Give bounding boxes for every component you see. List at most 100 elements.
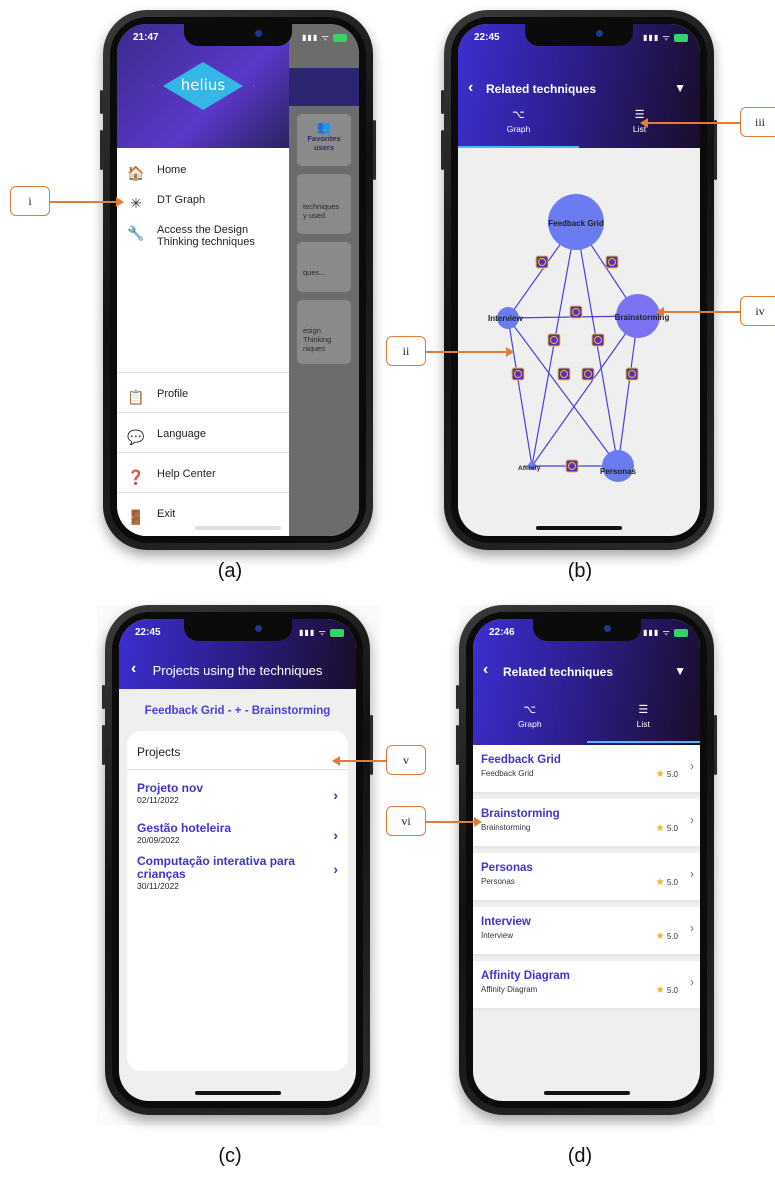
page-title: Related techniques <box>503 665 614 679</box>
phone-frame: 22:45 ▮▮▮ ᯤ ‹ Related techniques ▼ ⌥ Gra… <box>441 10 717 550</box>
filter-icon[interactable]: ▼ <box>674 81 686 95</box>
node-label: Interview <box>488 314 523 323</box>
chevron-right-icon: › <box>690 867 694 881</box>
callout-iii: iii <box>740 107 775 137</box>
chevron-right-icon: › <box>333 787 338 803</box>
language-icon: 💬 <box>127 428 145 445</box>
phone-frame: 22:45 ▮▮▮ ᯤ ‹ Projects using the techniq… <box>102 605 373 1115</box>
chevron-right-icon: › <box>333 827 338 843</box>
home-icon: 🏠 <box>127 164 145 181</box>
technique-graph: Feedback Grid Interview Brainstorming Af… <box>488 194 669 482</box>
star-icon: ★ <box>655 877 665 888</box>
info-icon[interactable] <box>591 333 605 347</box>
panel-a: 21:47 ▮▮▮ ᯤ 👥 Favorites users techniques … <box>95 10 383 555</box>
chevron-right-icon: › <box>690 975 694 989</box>
back-icon[interactable]: ‹ <box>483 661 488 679</box>
back-icon[interactable]: ‹ <box>468 79 473 97</box>
project-item[interactable]: Projeto nov 02/11/2022 › <box>137 781 338 805</box>
tab-list[interactable]: ☰ List <box>586 703 701 743</box>
menu-item-language[interactable]: 💬 Language <box>127 428 206 446</box>
technique-list-item[interactable]: Interview Interview ★ 5.0 › <box>473 907 700 955</box>
node-label: Affinity <box>518 465 541 472</box>
menu-item-profile[interactable]: 📋 Profile <box>127 388 188 406</box>
menu-item-home[interactable]: 🏠 Home <box>127 164 186 182</box>
chevron-right-icon: › <box>690 759 694 773</box>
callout-ii: ii <box>386 336 426 366</box>
callout-iv: iv <box>740 296 775 326</box>
status-icons: ▮▮▮ ᯤ <box>643 32 688 43</box>
info-icon[interactable] <box>557 367 571 381</box>
background-screen: 👥 Favorites users techniques y used ques.… <box>289 24 359 536</box>
project-item[interactable]: Gestão hoteleira 20/09/2022 › <box>137 821 338 845</box>
panel-d: 22:46 ▮▮▮ ᯤ ‹ Related techniques ▼ ⌥ Gra… <box>456 605 717 1125</box>
graph-tab-icon: ⌥ <box>512 109 525 121</box>
chevron-right-icon: › <box>690 921 694 935</box>
chevron-right-icon: › <box>333 861 338 877</box>
tab-list[interactable]: ☰ List <box>579 108 700 148</box>
screen: 22:45 ▮▮▮ ᯤ ‹ Projects using the techniq… <box>119 619 356 1101</box>
phone-frame: 21:47 ▮▮▮ ᯤ 👥 Favorites users techniques … <box>100 10 376 550</box>
caption-d: (d) <box>567 1145 593 1167</box>
background-card: esign Thinking niques <box>297 300 351 364</box>
status-time: 22:45 <box>135 627 161 638</box>
info-icon[interactable] <box>565 459 579 473</box>
technique-list-item[interactable]: Affinity Diagram Affinity Diagram ★ 5.0 … <box>473 961 700 1009</box>
projects-card: Projects Projeto nov 02/11/2022 › Gestão… <box>127 731 348 1071</box>
profile-icon: 📋 <box>127 388 145 405</box>
callout-vi: vi <box>386 806 426 836</box>
rating: ★ 5.0 <box>655 877 678 888</box>
callout-arrow <box>656 307 740 317</box>
callout-arrow <box>50 197 124 207</box>
status-time: 21:47 <box>133 32 159 43</box>
info-icon[interactable] <box>547 333 561 347</box>
background-card: ques... <box>297 242 351 292</box>
page-title: Related techniques <box>486 82 597 96</box>
rating: ★ 5.0 <box>655 985 678 996</box>
status-icons: ▮▮▮ ᯤ <box>302 32 347 43</box>
graph-tab-icon: ⌥ <box>523 704 537 716</box>
filter-icon[interactable]: ▼ <box>674 664 686 678</box>
menu-item-dt-graph[interactable]: ✳ DT Graph <box>127 194 205 212</box>
background-card: techniques y used <box>297 174 351 234</box>
technique-list-item[interactable]: Feedback Grid Feedback Grid ★ 5.0 › <box>473 745 700 793</box>
status-time: 22:46 <box>489 627 515 638</box>
node-personas[interactable] <box>602 450 634 482</box>
callout-arrow <box>426 347 514 357</box>
info-icon[interactable] <box>511 367 525 381</box>
callout-v: v <box>386 745 426 775</box>
info-icon[interactable] <box>625 367 639 381</box>
project-item[interactable]: Computação interativa para crianças 30/1… <box>137 855 338 892</box>
help-icon: ❓ <box>127 468 145 485</box>
callout-arrow <box>426 817 482 827</box>
menu-item-design-thinking[interactable]: 🔧 Access the Design Thinking techniques <box>127 224 287 248</box>
info-icon[interactable] <box>535 255 549 269</box>
phone-frame: 22:46 ▮▮▮ ᯤ ‹ Related techniques ▼ ⌥ Gra… <box>456 605 717 1115</box>
section-heading: Projects <box>137 745 181 759</box>
page-title: Projects using the techniques <box>152 663 323 678</box>
background-card: 👥 Favorites users <box>297 114 351 166</box>
technique-list-item[interactable]: Personas Personas ★ 5.0 › <box>473 853 700 901</box>
rating: ★ 5.0 <box>655 769 678 780</box>
tab-graph[interactable]: ⌥ Graph <box>458 108 579 148</box>
info-icon[interactable] <box>581 367 595 381</box>
menu-item-exit[interactable]: 🚪 Exit <box>127 508 175 526</box>
star-icon: ★ <box>655 985 665 996</box>
callout-arrow <box>640 118 740 128</box>
screen: 21:47 ▮▮▮ ᯤ 👥 Favorites users techniques … <box>117 24 359 536</box>
graph-icon: ✳ <box>130 194 142 211</box>
caption-c: (c) <box>218 1145 242 1167</box>
info-icon[interactable] <box>605 255 619 269</box>
star-icon: ★ <box>655 823 665 834</box>
info-icon[interactable] <box>569 305 583 319</box>
star-icon: ★ <box>655 931 665 942</box>
tab-graph[interactable]: ⌥ Graph <box>473 703 587 743</box>
status-icons: ▮▮▮ ᯤ <box>299 627 344 638</box>
technique-list-item[interactable]: Brainstorming Brainstorming ★ 5.0 › <box>473 799 700 847</box>
caption-b: (b) <box>567 560 593 582</box>
node-label: Personas <box>600 467 637 476</box>
node-label: Feedback Grid <box>548 219 604 228</box>
panel-b: 22:45 ▮▮▮ ᯤ ‹ Related techniques ▼ ⌥ Gra… <box>441 10 719 555</box>
rating: ★ 5.0 <box>655 823 678 834</box>
menu-item-help-center[interactable]: ❓ Help Center <box>127 468 215 486</box>
rating: ★ 5.0 <box>655 931 678 942</box>
